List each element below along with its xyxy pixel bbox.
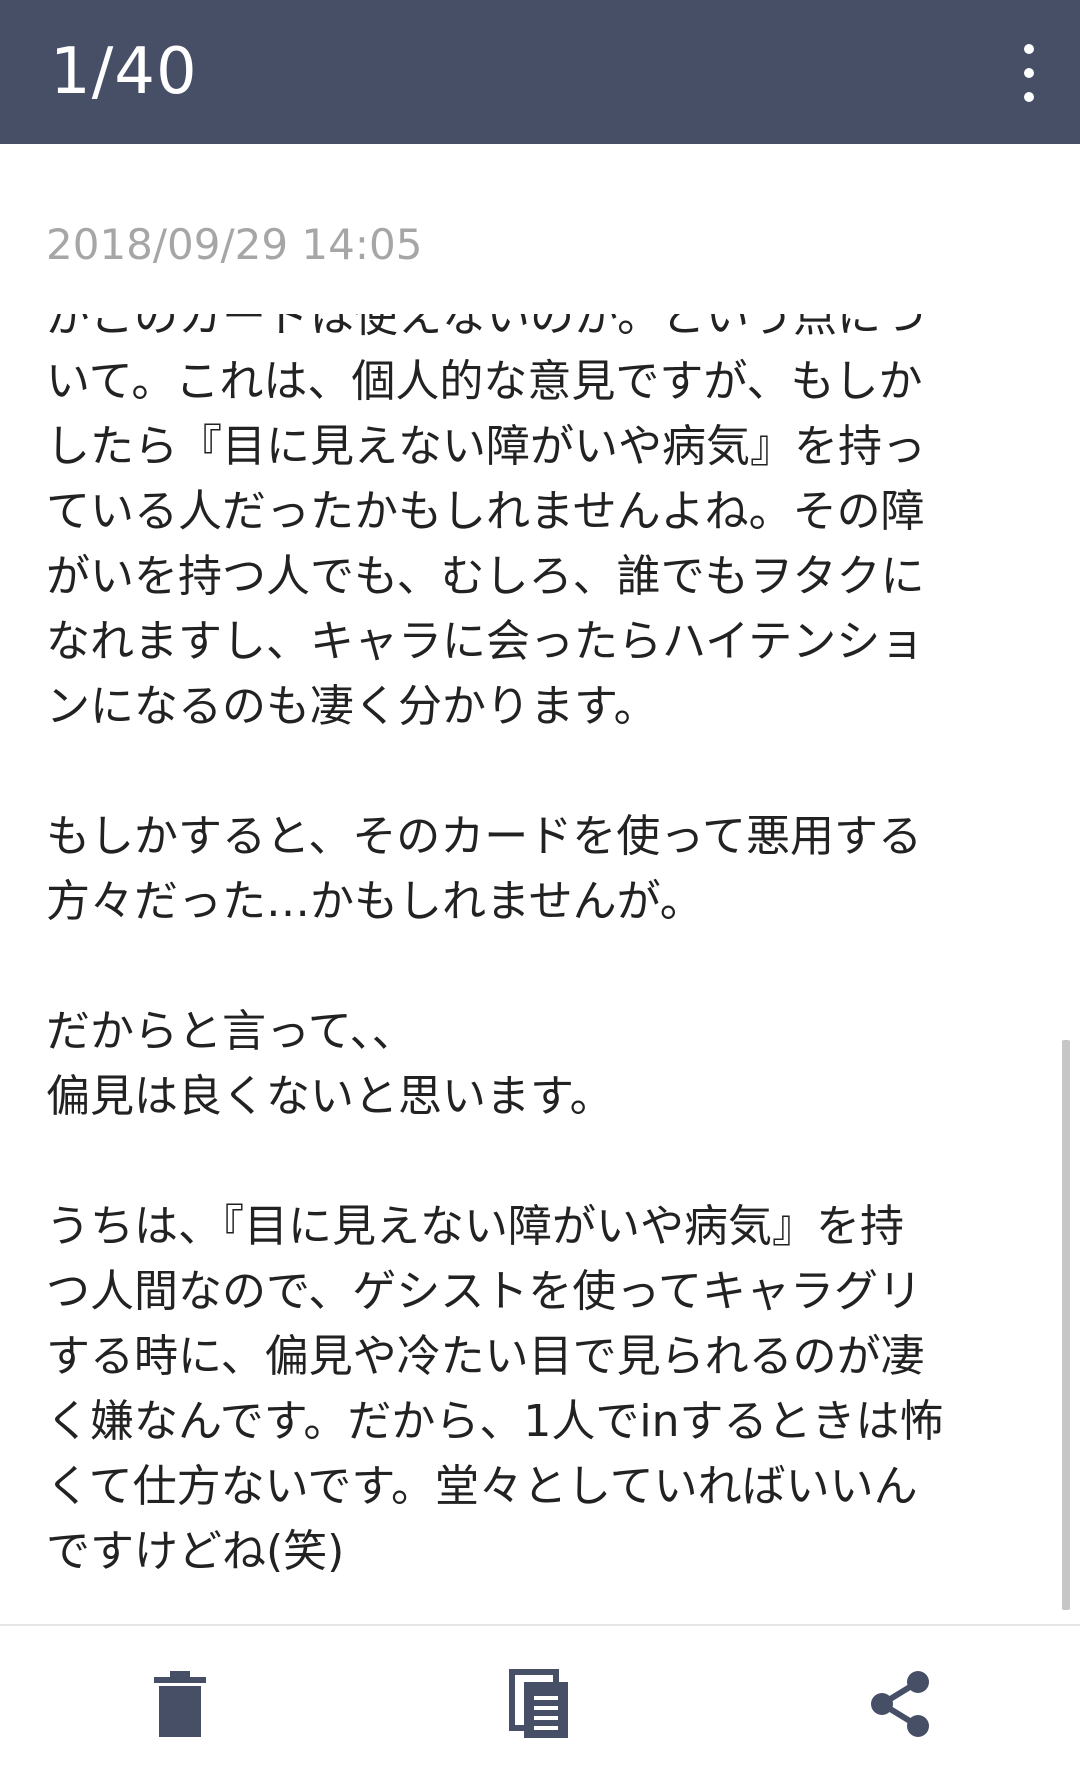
app-bar: 1/40: [0, 0, 1080, 144]
copy-button[interactable]: [485, 1654, 595, 1754]
more-vert-icon[interactable]: [998, 38, 1058, 108]
menu-dot: [1024, 92, 1034, 102]
bottom-toolbar: [0, 1624, 1080, 1776]
note-body-viewport[interactable]: がこのカードは使えないのか。という点につ いて。これは、個人的な意見ですが、もし…: [0, 314, 1080, 1626]
share-button[interactable]: [845, 1654, 955, 1754]
note-timestamp: 2018/09/29 14:05: [46, 220, 423, 269]
share-icon: [871, 1671, 929, 1737]
page-counter: 1/40: [50, 35, 198, 109]
copy-icon: [509, 1669, 568, 1738]
note-content[interactable]: 2018/09/29 14:05 がこのカードは使えないのか。という点につ いて…: [0, 144, 1080, 1626]
scrollbar[interactable]: [1062, 1040, 1070, 1610]
trash-icon: [154, 1671, 206, 1737]
delete-button[interactable]: [125, 1654, 235, 1754]
menu-dot: [1024, 44, 1034, 54]
note-viewer: 1/40 2018/09/29 14:05 がこのカードは使えないのか。という点…: [0, 0, 1080, 1776]
menu-dot: [1024, 68, 1034, 78]
note-body-text: がこのカードは使えないのか。という点につ いて。これは、個人的な意見ですが、もし…: [46, 314, 944, 1577]
